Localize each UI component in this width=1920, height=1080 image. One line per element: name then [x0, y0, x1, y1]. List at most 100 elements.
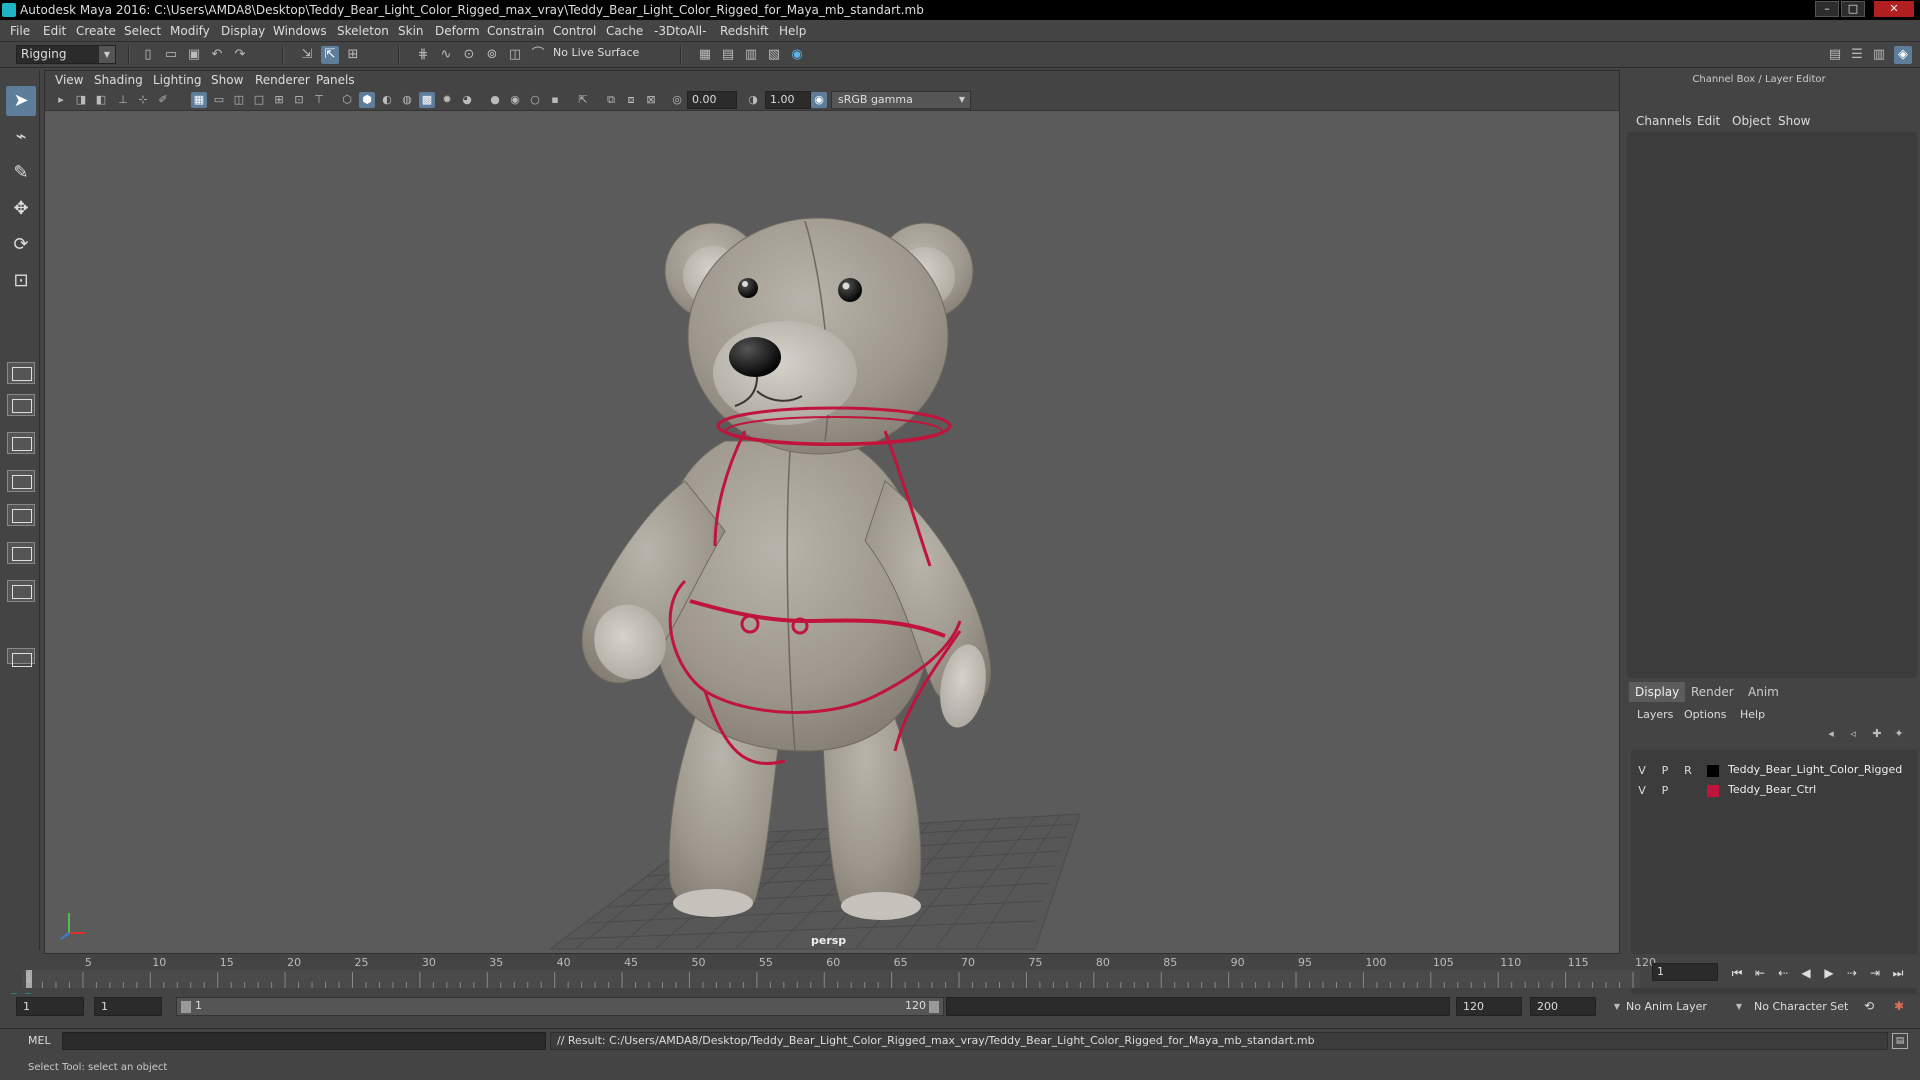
- menu-deform[interactable]: Deform: [435, 24, 480, 38]
- camera-attributes-icon[interactable]: ◨: [73, 92, 89, 108]
- panel-menu-show[interactable]: Show: [211, 73, 243, 87]
- script-language-toggle[interactable]: MEL: [28, 1034, 51, 1047]
- layer-visibility-toggle[interactable]: V: [1633, 783, 1651, 799]
- play-forwards-icon[interactable]: ▶: [1820, 964, 1838, 982]
- custom-layout-button[interactable]: [7, 580, 35, 602]
- play-backwards-icon[interactable]: ◀: [1797, 964, 1815, 982]
- bookmark-icon[interactable]: ◧: [93, 92, 109, 108]
- ipr-render-icon[interactable]: ▥: [742, 46, 760, 64]
- field-chart-icon[interactable]: ⊞: [271, 92, 287, 108]
- undo-icon[interactable]: ↶: [208, 46, 226, 64]
- make-live-icon[interactable]: ⌒: [529, 46, 547, 64]
- channel-box-menu-channels[interactable]: Channels: [1636, 114, 1692, 128]
- wireframe-icon[interactable]: ⬡: [339, 92, 355, 108]
- playback-range-bar[interactable]: 1 120: [176, 997, 944, 1016]
- close-button[interactable]: ✕: [1874, 1, 1914, 17]
- layer-playback-toggle[interactable]: P: [1656, 763, 1674, 779]
- range-end-handle[interactable]: [929, 1001, 939, 1013]
- range-track[interactable]: [946, 997, 1450, 1016]
- grease-pencil-icon[interactable]: ✐: [155, 92, 171, 108]
- xray-active-components-icon[interactable]: ⧈: [623, 92, 639, 108]
- persp-outliner-layout-button[interactable]: [7, 432, 35, 454]
- step-forward-frame-icon[interactable]: ⇢: [1843, 964, 1861, 982]
- current-frame-field[interactable]: 1: [1652, 963, 1718, 981]
- safe-title-icon[interactable]: ⊤: [311, 92, 327, 108]
- animation-end-field[interactable]: 200: [1530, 997, 1596, 1016]
- render-view-icon[interactable]: ▧: [765, 46, 783, 64]
- select-by-component-icon[interactable]: ⊞: [344, 46, 362, 64]
- lasso-tool-icon[interactable]: ⌁: [6, 122, 36, 152]
- layout-options-button[interactable]: [7, 648, 35, 667]
- select-camera-icon[interactable]: ▸: [53, 92, 69, 108]
- channel-box-toggle-icon[interactable]: ◈: [1894, 46, 1912, 64]
- panel-menu-shading[interactable]: Shading: [94, 73, 143, 87]
- persp-uv-layout-button[interactable]: [7, 542, 35, 564]
- view-transform-dropdown[interactable]: sRGB gamma ▼: [831, 91, 971, 109]
- gamma-field[interactable]: 1.00: [765, 91, 811, 109]
- range-start-handle[interactable]: [181, 1001, 191, 1013]
- move-layer-up-icon[interactable]: ◂: [1822, 726, 1840, 742]
- step-back-frame-icon[interactable]: ⇠: [1774, 964, 1792, 982]
- xray-icon[interactable]: ⧉: [603, 92, 619, 108]
- anim-layer-dropdown[interactable]: No Anim Layer ▼: [1626, 997, 1742, 1016]
- anti-aliasing-icon[interactable]: ○: [527, 92, 543, 108]
- ruler-track[interactable]: [22, 970, 1640, 988]
- screen-space-ao-icon[interactable]: ●: [487, 92, 503, 108]
- channel-box-menu-object[interactable]: Object: [1732, 114, 1771, 128]
- snap-to-point-icon[interactable]: ⊙: [460, 46, 478, 64]
- tool-settings-icon[interactable]: ▥: [1870, 46, 1888, 64]
- layer-row[interactable]: V P R Teddy_Bear_Light_Color_Rigged: [1631, 762, 1917, 780]
- layer-row[interactable]: V P Teddy_Bear_Ctrl: [1631, 782, 1917, 800]
- persp-hypershade-layout-button[interactable]: [7, 504, 35, 526]
- command-input[interactable]: [62, 1032, 546, 1050]
- hypershade-icon[interactable]: ◉: [788, 46, 806, 64]
- range-options-dropdown[interactable]: ▼: [1606, 997, 1620, 1016]
- panel-menu-renderer[interactable]: Renderer: [255, 73, 310, 87]
- open-scene-icon[interactable]: ▭: [162, 46, 180, 64]
- layer-tab-render[interactable]: Render: [1685, 682, 1740, 702]
- attribute-editor-icon[interactable]: ☰: [1848, 46, 1866, 64]
- save-scene-icon[interactable]: ▣: [185, 46, 203, 64]
- menu-constrain[interactable]: Constrain: [487, 24, 545, 38]
- menu-edit[interactable]: Edit: [43, 24, 66, 38]
- gamma-icon[interactable]: ◑: [745, 92, 761, 108]
- render-settings-icon[interactable]: ▦: [696, 46, 714, 64]
- layer-visibility-toggle[interactable]: V: [1633, 763, 1651, 779]
- panel-menu-view[interactable]: View: [55, 73, 83, 87]
- menu-skeleton[interactable]: Skeleton: [337, 24, 389, 38]
- minimize-button[interactable]: –: [1815, 1, 1839, 17]
- menu-file[interactable]: File: [10, 24, 30, 38]
- maximize-button[interactable]: □: [1841, 1, 1865, 17]
- panel-menu-lighting[interactable]: Lighting: [153, 73, 202, 87]
- use-default-material-icon[interactable]: ◐: [379, 92, 395, 108]
- shadows-icon[interactable]: ◕: [459, 92, 475, 108]
- color-management-icon[interactable]: ◉: [811, 92, 827, 108]
- menu-modify[interactable]: Modify: [170, 24, 210, 38]
- scale-tool-icon[interactable]: ⊡: [6, 266, 36, 296]
- depth-of-field-icon[interactable]: ▪: [547, 92, 563, 108]
- layer-color-swatch[interactable]: [1707, 785, 1719, 797]
- layer-reference-toggle[interactable]: R: [1679, 763, 1697, 779]
- snap-to-curve-icon[interactable]: ∿: [437, 46, 455, 64]
- channel-box-menu-edit[interactable]: Edit: [1697, 114, 1720, 128]
- xray-joints-icon[interactable]: ⊠: [643, 92, 659, 108]
- create-layer-from-selected-icon[interactable]: ✦: [1890, 726, 1908, 742]
- gate-mask-icon[interactable]: □: [251, 92, 267, 108]
- exposure-icon[interactable]: ◎: [669, 92, 685, 108]
- playback-end-field[interactable]: 120: [1456, 997, 1522, 1016]
- move-layer-down-icon[interactable]: ◃: [1844, 726, 1862, 742]
- resolution-gate-icon[interactable]: ◫: [231, 92, 247, 108]
- new-scene-icon[interactable]: ▯: [139, 46, 157, 64]
- image-plane-icon[interactable]: ⊥: [115, 92, 131, 108]
- modeling-toolkit-icon[interactable]: ▤: [1826, 46, 1844, 64]
- create-empty-layer-icon[interactable]: ✚: [1868, 726, 1886, 742]
- animation-start-field[interactable]: 1: [16, 997, 84, 1016]
- layer-color-swatch[interactable]: [1707, 765, 1719, 777]
- wireframe-on-shaded-icon[interactable]: ◍: [399, 92, 415, 108]
- motion-blur-icon[interactable]: ◉: [507, 92, 523, 108]
- snap-to-projected-center-icon[interactable]: ⊚: [483, 46, 501, 64]
- time-ruler[interactable]: [0, 954, 1640, 988]
- four-view-layout-button[interactable]: [7, 394, 35, 416]
- panel-menu-panels[interactable]: Panels: [316, 73, 355, 87]
- script-editor-icon[interactable]: ▤: [1892, 1033, 1908, 1049]
